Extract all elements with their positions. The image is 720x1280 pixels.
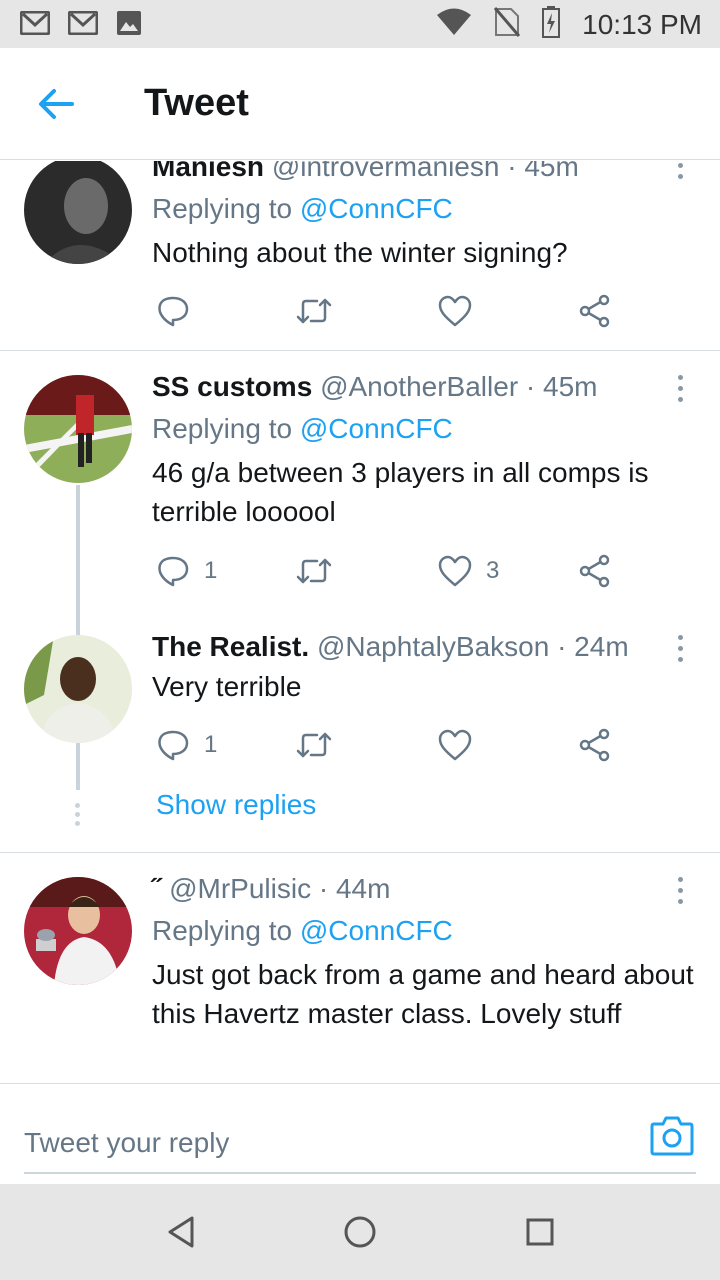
tweet-body: Very terrible — [152, 671, 302, 702]
replying-prefix: Replying to — [152, 413, 293, 444]
reply-button[interactable] — [156, 291, 204, 331]
separator: · — [557, 631, 567, 662]
replying-prefix: Replying to — [152, 193, 293, 224]
separator: · — [507, 161, 517, 182]
tweet-actions — [150, 291, 630, 331]
back-triangle-icon[interactable] — [162, 1212, 202, 1252]
avatar[interactable] — [24, 877, 132, 985]
like-button[interactable] — [438, 291, 486, 331]
show-replies-link[interactable]: Show replies — [156, 789, 316, 821]
heart-icon — [438, 729, 472, 761]
status-bar: 10:13 PM — [0, 0, 720, 48]
tweet-actions: 1 — [150, 725, 630, 765]
like-count: 3 — [486, 557, 500, 584]
retweet-button[interactable] — [296, 551, 332, 591]
reply-composer — [0, 1083, 720, 1184]
tweet-body: Nothing about the winter signing? — [152, 237, 568, 268]
thread-line — [76, 746, 80, 790]
tweet-feed[interactable]: Maniesh @introvermaniesh · 45m Replying … — [0, 161, 720, 1083]
separator: · — [525, 371, 536, 402]
tweet-item[interactable]: Maniesh @introvermaniesh · 45m Replying … — [0, 161, 720, 351]
share-icon — [579, 554, 610, 588]
gmail-icon — [67, 10, 99, 40]
reply-count: 1 — [204, 731, 218, 758]
tweet-handle: @NaphtalyBakson — [316, 631, 550, 662]
status-time: 10:13 PM — [582, 8, 702, 40]
tweet-body: 46 g/a between 3 players in all comps is… — [152, 457, 649, 527]
thread-dots — [75, 803, 81, 830]
tweet-time: 24m — [574, 631, 629, 662]
more-options-icon[interactable] — [670, 163, 690, 193]
reply-button[interactable]: 1 — [156, 551, 217, 591]
more-options-icon[interactable] — [670, 877, 690, 907]
tweet-item[interactable]: ˝ @MrPulisic · 44m Replying to @ConnCFC … — [0, 853, 720, 1083]
avatar[interactable] — [24, 161, 132, 264]
reply-count: 1 — [204, 557, 218, 584]
retweet-icon — [296, 732, 332, 758]
app-header: Tweet — [0, 48, 720, 160]
retweet-icon — [296, 298, 332, 324]
retweet-button[interactable] — [296, 725, 332, 765]
reply-button[interactable]: 1 — [156, 725, 217, 765]
share-button[interactable] — [578, 551, 612, 591]
separator: · — [318, 873, 329, 904]
tweet-handle: @MrPulisic — [169, 873, 312, 904]
gmail-icon — [19, 10, 51, 40]
reply-icon — [158, 296, 189, 327]
tweet-actions: 1 3 — [150, 551, 630, 591]
like-button[interactable]: 3 — [438, 551, 499, 591]
tweet-handle: @AnotherBaller — [320, 371, 519, 402]
tweet-handle: @introvermaniesh — [271, 161, 500, 182]
more-options-icon[interactable] — [670, 635, 690, 665]
tweet-item[interactable]: The Realist. @NaphtalyBakson · 24m Very … — [0, 611, 720, 851]
image-icon — [116, 10, 142, 41]
battery-icon — [542, 6, 561, 43]
tweet-time: 45m — [524, 161, 579, 182]
share-button[interactable] — [578, 725, 612, 765]
no-sim-icon — [494, 7, 521, 42]
heart-icon — [438, 555, 472, 587]
tweet-author-name[interactable]: SS customs — [152, 371, 312, 402]
replying-to-link[interactable]: @ConnCFC — [300, 193, 453, 224]
tweet-author-name[interactable]: Maniesh — [152, 161, 264, 182]
wifi-icon — [436, 8, 472, 41]
avatar[interactable] — [24, 635, 132, 743]
system-nav-bar — [0, 1184, 720, 1280]
avatar[interactable] — [24, 375, 132, 483]
share-icon — [579, 294, 610, 328]
heart-icon — [438, 295, 472, 327]
more-options-icon[interactable] — [670, 375, 690, 405]
reply-icon — [158, 730, 189, 761]
tweet-author-name[interactable]: The Realist. — [152, 631, 309, 662]
replying-prefix: Replying to — [152, 915, 293, 946]
home-circle-icon[interactable] — [340, 1212, 380, 1252]
tweet-author-name[interactable]: ˝ — [152, 873, 161, 904]
like-button[interactable] — [438, 725, 486, 765]
retweet-button[interactable] — [296, 291, 332, 331]
tweet-body: Just got back from a game and heard abou… — [152, 959, 694, 1029]
camera-icon[interactable] — [650, 1114, 694, 1156]
reply-input[interactable] — [24, 1114, 696, 1174]
replying-to-link[interactable]: @ConnCFC — [300, 413, 453, 444]
replying-to: Replying to @ConnCFC — [152, 915, 453, 947]
share-icon — [579, 728, 610, 762]
tweet-time: 45m — [543, 371, 598, 402]
reply-icon — [158, 556, 189, 587]
tweet-item[interactable]: SS customs @AnotherBaller · 45m Replying… — [0, 351, 720, 785]
recents-square-icon[interactable] — [520, 1212, 560, 1252]
replying-to: Replying to @ConnCFC — [152, 413, 453, 445]
replying-to: Replying to @ConnCFC — [152, 193, 453, 225]
retweet-icon — [296, 558, 332, 584]
tweet-time: 44m — [335, 873, 391, 904]
page-title: Tweet — [144, 82, 249, 124]
arrow-left-icon[interactable] — [36, 84, 76, 124]
replying-to-link[interactable]: @ConnCFC — [300, 915, 453, 946]
share-button[interactable] — [578, 291, 612, 331]
